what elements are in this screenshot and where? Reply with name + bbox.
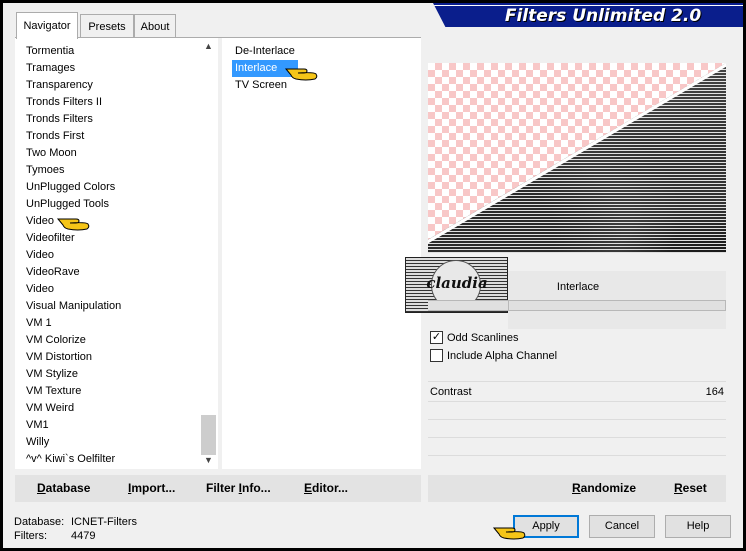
import-button[interactable]: Import... [128, 481, 175, 495]
category-item[interactable]: VM 1 [26, 315, 196, 332]
filter-info-button[interactable]: Filter Info... [206, 481, 271, 495]
param-divider [428, 381, 726, 382]
scrollbar-thumb[interactable] [201, 415, 216, 455]
checkbox-label: Odd Scanlines [447, 331, 519, 344]
category-item[interactable]: Visual Manipulation [26, 298, 196, 315]
contrast-value: 164 [705, 386, 724, 398]
status-info: Database: ICNET-Filters Filters: 4479 [14, 515, 137, 543]
pointing-hand-icon [284, 68, 318, 81]
category-item[interactable]: Tronds Filters II [26, 94, 196, 111]
category-item[interactable]: UnPlugged Colors [26, 179, 196, 196]
category-item[interactable]: Videofilter [26, 230, 196, 247]
title-banner: Filters Unlimited 2.0 [433, 3, 743, 27]
pointing-hand-icon [56, 218, 90, 231]
reset-button[interactable]: Reset [674, 481, 707, 495]
param-divider [428, 401, 726, 402]
category-list-panel[interactable]: Tormentia Tramages Transparency Tronds Filt… [15, 38, 218, 469]
help-button[interactable]: Help [665, 515, 731, 538]
category-scrollbar[interactable]: ▲ ▼ [199, 38, 218, 469]
category-item[interactable]: VM Texture [26, 383, 196, 400]
param-bar [508, 300, 726, 311]
category-item[interactable]: VM Weird [26, 400, 196, 417]
alpha-channel-checkbox[interactable]: Include Alpha Channel [430, 349, 557, 362]
category-list[interactable]: Tormentia Tramages Transparency Tronds Filt… [26, 43, 196, 468]
database-button[interactable]: Database [37, 481, 90, 495]
category-item[interactable]: ^v^ Kiwi`s Oelfilter [26, 451, 196, 468]
filters-count: 4479 [71, 530, 96, 542]
category-item[interactable]: Video [26, 213, 196, 230]
tab-label: Navigator [23, 20, 71, 32]
category-item[interactable]: Willy [26, 434, 196, 451]
checkbox-box[interactable]: ✓ [430, 331, 443, 344]
pointing-hand-icon [492, 527, 526, 540]
param-divider [428, 437, 726, 438]
category-item[interactable]: UnPlugged Tools [26, 196, 196, 213]
filters-unlimited-dialog: Filters Unlimited 2.0 Navigator Presets … [3, 3, 743, 548]
filter-list-panel[interactable]: De-Interlace Interlace TV Screen [222, 38, 421, 469]
checkbox-label: Include Alpha Channel [447, 349, 558, 362]
param-divider [428, 419, 726, 420]
category-item[interactable]: VM Colorize [26, 332, 196, 349]
up-arrow-icon[interactable]: ▲ [199, 38, 218, 55]
contrast-slider[interactable]: Contrast 164 [428, 383, 726, 401]
database-value: ICNET-Filters [71, 516, 137, 528]
tab-label: About [140, 20, 170, 33]
category-item[interactable]: Video [26, 247, 196, 264]
category-item[interactable]: Transparency [26, 77, 196, 94]
tab-about[interactable]: About [134, 14, 176, 38]
watermark-text: claudia [426, 274, 488, 292]
odd-scanlines-checkbox[interactable]: ✓ Odd Scanlines [430, 331, 519, 344]
category-item[interactable]: Tronds First [26, 128, 196, 145]
param-bar-left [428, 300, 508, 311]
right-button-bar: Randomize Reset [428, 475, 726, 502]
contrast-label: Contrast [430, 386, 472, 398]
category-item[interactable]: Two Moon [26, 145, 196, 162]
randomize-button[interactable]: Randomize [572, 481, 636, 495]
param-title: Interlace [556, 281, 600, 293]
category-item[interactable]: Tymoes [26, 162, 196, 179]
filter-preview [428, 63, 726, 253]
left-button-bar: Database Import... Filter Info... Editor… [15, 475, 421, 502]
filters-label: Filters: [14, 530, 47, 542]
category-item[interactable]: Tramages [26, 60, 196, 77]
category-item[interactable]: Video [26, 281, 196, 298]
tab-presets[interactable]: Presets [80, 14, 134, 38]
filter-item[interactable]: De-Interlace [232, 43, 298, 60]
checkbox-box[interactable] [430, 349, 443, 362]
down-arrow-icon[interactable]: ▼ [199, 452, 218, 469]
category-item[interactable]: VM1 [26, 417, 196, 434]
database-label: Database: [14, 516, 65, 528]
param-divider [428, 455, 726, 456]
category-item[interactable]: VideoRave [26, 264, 196, 281]
editor-button[interactable]: Editor... [304, 481, 348, 495]
category-item[interactable]: VM Stylize [26, 366, 196, 383]
cancel-button[interactable]: Cancel [589, 515, 655, 538]
tab-navigator[interactable]: Navigator [16, 12, 78, 39]
tab-label: Presets [88, 20, 126, 33]
param-title-area: Interlace [508, 271, 726, 329]
category-item[interactable]: VM Distortion [26, 349, 196, 366]
window-title: Filters Unlimited 2.0 [504, 6, 702, 26]
category-item[interactable]: Tronds Filters [26, 111, 196, 128]
category-item[interactable]: Tormentia [26, 43, 196, 60]
